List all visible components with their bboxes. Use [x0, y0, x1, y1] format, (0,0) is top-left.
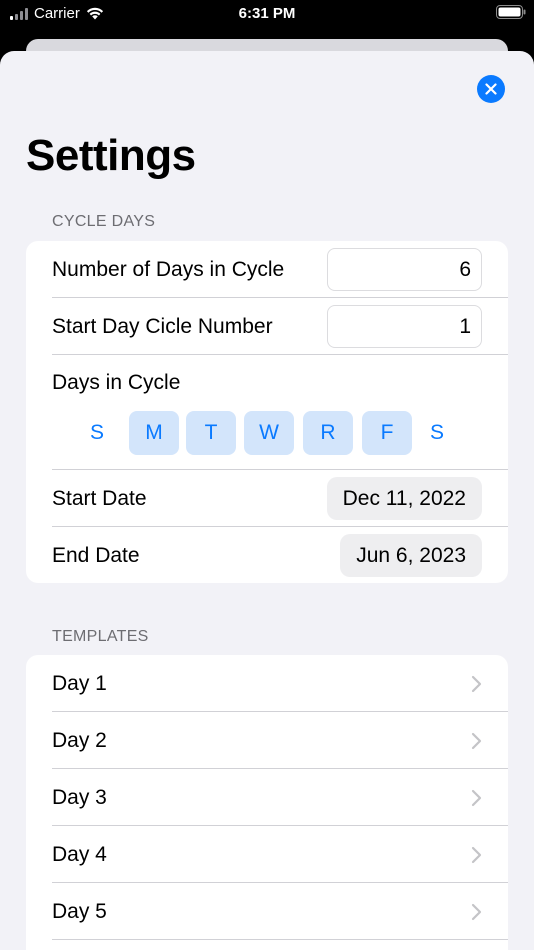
- days-in-cycle-label: Days in Cycle: [52, 371, 181, 394]
- battery-icon: [496, 5, 526, 23]
- page-title: Settings: [26, 131, 196, 180]
- chevron-right-icon: [471, 675, 482, 693]
- num-days-label: Number of Days in Cycle: [52, 257, 285, 281]
- chevron-right-icon: [471, 732, 482, 750]
- day-toggle-saturday[interactable]: S: [412, 411, 462, 455]
- template-row-day-1[interactable]: Day 1: [26, 655, 508, 712]
- chevron-right-icon: [471, 903, 482, 921]
- start-date-picker[interactable]: Dec 11, 2022: [326, 477, 482, 520]
- template-row-day-5[interactable]: Day 5: [26, 883, 508, 940]
- end-date-picker[interactable]: Jun 6, 2023: [340, 534, 482, 577]
- start-date-row: Start Date Dec 11, 2022: [26, 470, 508, 527]
- template-row-day-2[interactable]: Day 2: [26, 712, 508, 769]
- template-label: Day 1: [52, 671, 107, 695]
- chevron-right-icon: [471, 846, 482, 864]
- start-date-label: Start Date: [52, 486, 147, 510]
- templates-group: Day 1 Day 2 Day 3 Day 4 Day 5: [26, 655, 508, 950]
- templates-header: TEMPLATES: [52, 628, 149, 645]
- start-day-field[interactable]: 1: [327, 305, 482, 348]
- day-toggle-friday[interactable]: F: [362, 411, 412, 455]
- days-in-cycle-row: Days in Cycle S M T W R F S: [26, 355, 508, 470]
- chevron-right-icon: [471, 789, 482, 807]
- day-toggle-wednesday[interactable]: W: [244, 411, 294, 455]
- template-label: Day 3: [52, 785, 107, 809]
- template-label: Day 5: [52, 899, 107, 923]
- day-toggle-monday[interactable]: M: [129, 411, 179, 455]
- start-day-row: Start Day Cicle Number 1: [26, 298, 508, 355]
- template-row-day-4[interactable]: Day 4: [26, 826, 508, 883]
- template-row-day-3[interactable]: Day 3: [26, 769, 508, 826]
- status-bar: Carrier 6:31 PM: [0, 0, 534, 30]
- day-toggle-thursday[interactable]: R: [303, 411, 353, 455]
- num-days-row: Number of Days in Cycle 6: [26, 241, 508, 298]
- cycle-days-header: CYCLE DAYS: [52, 213, 156, 230]
- end-date-row: End Date Jun 6, 2023: [26, 527, 508, 583]
- start-day-label: Start Day Cicle Number: [52, 314, 273, 338]
- template-label: Day 4: [52, 842, 107, 866]
- end-date-label: End Date: [52, 543, 140, 567]
- status-time: 6:31 PM: [238, 5, 296, 22]
- num-days-field[interactable]: 6: [327, 248, 482, 291]
- day-toggle-sunday[interactable]: S: [72, 411, 122, 455]
- template-label: Day 2: [52, 728, 107, 752]
- settings-sheet: Settings CYCLE DAYS Number of Days in Cy…: [0, 51, 534, 950]
- cycle-days-group: Number of Days in Cycle 6 Start Day Cicl…: [26, 241, 508, 583]
- day-toggle-tuesday[interactable]: T: [186, 411, 236, 455]
- close-icon: [485, 83, 497, 95]
- close-button[interactable]: [477, 75, 505, 103]
